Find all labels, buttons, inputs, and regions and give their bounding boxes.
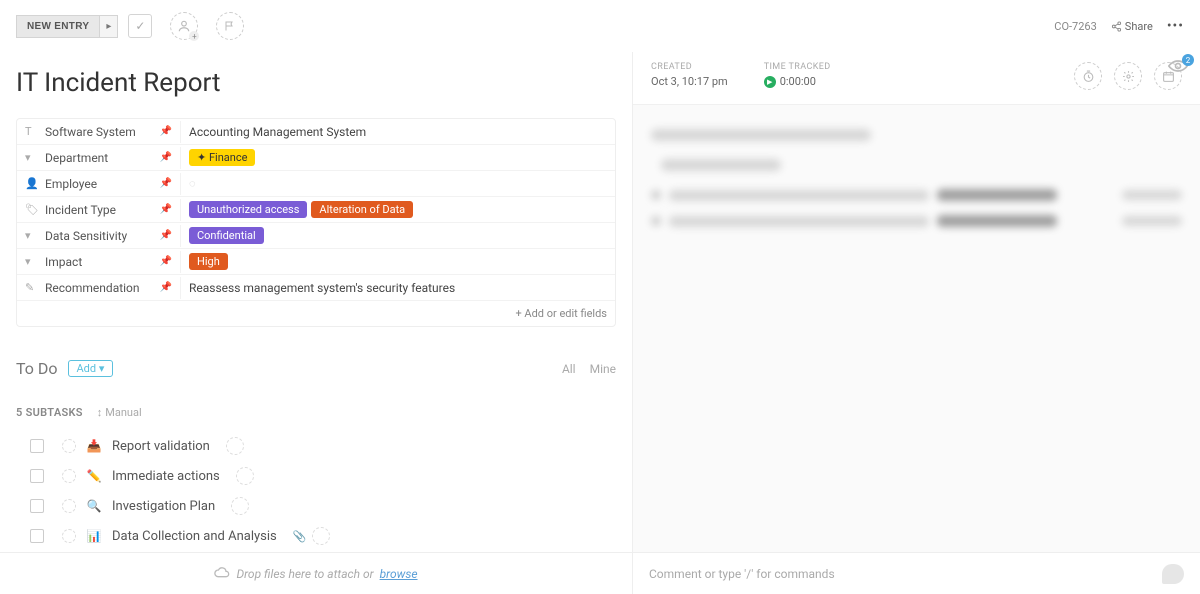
loader-icon: ◌ [189, 177, 196, 190]
subtask-emoji: ✏️ [86, 469, 102, 483]
filter-all[interactable]: All [562, 362, 576, 376]
text-icon: T [25, 125, 39, 138]
pin-icon[interactable]: 📌 [160, 282, 172, 293]
timer-icon[interactable] [1074, 62, 1102, 90]
plus-icon: + [189, 31, 199, 41]
comment-input[interactable]: Comment or type '/' for commands [632, 553, 1200, 594]
pin-icon[interactable]: 📌 [160, 230, 172, 241]
mark-complete-button[interactable]: ✓ [128, 14, 152, 38]
watchers-count: 2 [1182, 54, 1194, 66]
assignee-icon[interactable] [231, 497, 249, 515]
software-system-value[interactable]: Accounting Management System [181, 121, 615, 143]
subtask-checkbox[interactable] [30, 439, 44, 453]
person-icon: 👤 [25, 177, 39, 190]
subtask-row[interactable]: ✏️ Immediate actions [16, 461, 616, 491]
task-id: CO-7263 [1054, 20, 1097, 33]
subtasks-count: 5 SUBTASKS [16, 406, 83, 419]
subtask-status-icon[interactable] [62, 499, 76, 513]
time-tracked-label: TIME TRACKED [764, 62, 831, 72]
new-entry-dropdown[interactable]: ▸ [100, 15, 118, 38]
page-title[interactable]: IT Incident Report [16, 68, 616, 98]
pin-icon[interactable]: 📌 [160, 204, 172, 215]
pin-icon[interactable]: 📌 [160, 152, 172, 163]
custom-fields-table: TSoftware System📌 Accounting Management … [16, 118, 616, 327]
dropdown-icon: ▾ [25, 229, 39, 242]
browse-link[interactable]: browse [380, 567, 418, 581]
subtask-list: 📥 Report validation ✏️ Immediate actions… [16, 431, 616, 552]
file-drop-zone[interactable]: Drop files here to attach or browse [0, 553, 632, 594]
subtask-checkbox[interactable] [30, 499, 44, 513]
share-button[interactable]: Share [1111, 20, 1153, 33]
assignee-icon[interactable] [226, 437, 244, 455]
cloud-icon [214, 567, 230, 581]
created-value: Oct 3, 10:17 pm [651, 75, 728, 88]
dropdown-icon: ▾ [25, 255, 39, 268]
pin-icon[interactable]: 📌 [160, 178, 172, 189]
new-entry-button[interactable]: NEW ENTRY [16, 15, 100, 38]
pin-icon[interactable]: 📌 [160, 256, 172, 267]
subtask-row[interactable]: 📥 Report validation [16, 431, 616, 461]
assignee-icon[interactable] [236, 467, 254, 485]
gear-icon[interactable] [1114, 62, 1142, 90]
subtask-status-icon[interactable] [62, 469, 76, 483]
subtask-status-icon[interactable] [62, 529, 76, 543]
subtask-status-icon[interactable] [62, 439, 76, 453]
subtask-checkbox[interactable] [30, 529, 44, 543]
send-comment-icon[interactable] [1162, 564, 1184, 584]
subtask-checkbox[interactable] [30, 469, 44, 483]
pin-icon[interactable]: 📌 [160, 126, 172, 137]
department-value[interactable]: ✦ Finance [181, 145, 615, 170]
employee-value[interactable]: ◌ [181, 173, 615, 194]
todo-title: To Do [16, 359, 58, 378]
subtask-row[interactable]: 🔍 Investigation Plan [16, 491, 616, 521]
text-icon: ✎ [25, 281, 39, 294]
assignee-icon[interactable]: + [170, 12, 198, 40]
watchers-button[interactable]: 2 [1168, 58, 1188, 77]
filter-mine[interactable]: Mine [590, 362, 616, 376]
dropdown-icon: ▾ [25, 151, 39, 164]
created-label: CREATED [651, 62, 728, 72]
assignee-icon[interactable] [312, 527, 330, 545]
incident-type-value[interactable]: Unauthorized accessAlteration of Data [181, 197, 615, 222]
recommendation-value[interactable]: Reassess management system's security fe… [181, 277, 615, 299]
subtask-row[interactable]: 📊 Data Collection and Analysis 📎 [16, 521, 616, 551]
subtask-emoji: 📊 [86, 529, 102, 543]
more-menu[interactable]: ••• [1167, 18, 1184, 34]
tag-icon: 🏷 [25, 203, 39, 216]
add-subtask-button[interactable]: Add ▾ [68, 360, 114, 377]
subtask-emoji: 📥 [86, 439, 102, 453]
data-sensitivity-value[interactable]: Confidential [181, 223, 615, 248]
flag-icon[interactable] [216, 12, 244, 40]
subtask-emoji: 🔍 [86, 499, 102, 513]
attachment-icon: 📎 [293, 530, 307, 543]
impact-value[interactable]: High [181, 249, 615, 274]
add-edit-fields-link[interactable]: + Add or edit fields [17, 301, 615, 326]
play-icon: ▶ [764, 76, 776, 88]
time-tracker[interactable]: ▶0:00:00 [764, 75, 831, 88]
activity-feed [633, 105, 1200, 265]
sort-button[interactable]: ↕ Manual [97, 406, 142, 419]
